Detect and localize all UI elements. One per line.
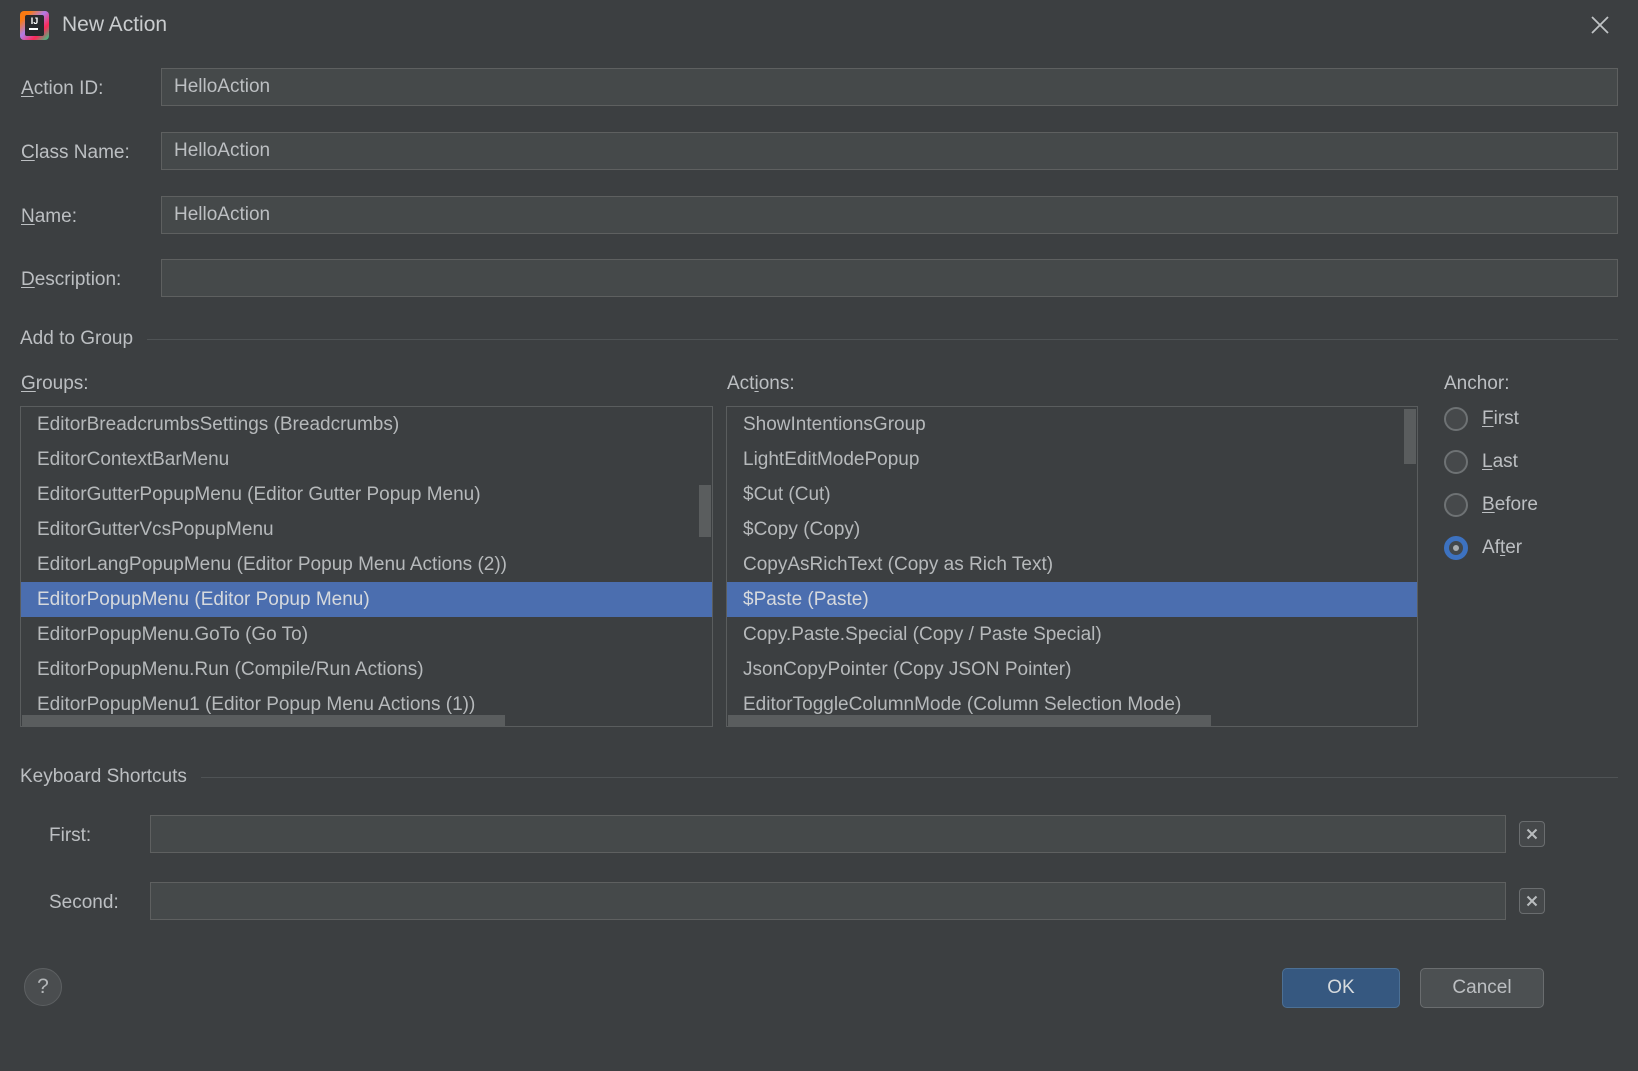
action-list-item-row[interactable]: $Cut (Cut)	[727, 477, 1417, 512]
group-list-item-row[interactable]: EditorBreadcrumbsSettings (Breadcrumbs)	[21, 407, 712, 442]
radio-mark	[1444, 407, 1468, 431]
actions-label: Actions:	[727, 373, 795, 394]
radio-mark	[1444, 493, 1468, 517]
actions-vertical-scrollbar[interactable]	[1404, 409, 1416, 464]
anchor-last-label: Last	[1482, 451, 1518, 472]
shortcut-first-label: First:	[49, 825, 92, 846]
shortcut-first-input[interactable]	[150, 815, 1506, 853]
group-list-item-row[interactable]: EditorPopupMenu (Editor Popup Menu)	[21, 582, 712, 617]
class-name-input[interactable]: HelloAction	[161, 132, 1618, 170]
cancel-button[interactable]: Cancel	[1420, 968, 1544, 1008]
shortcut-second-label: Second:	[49, 892, 119, 913]
separator-line	[200, 776, 1618, 778]
actions-list[interactable]: ShowIntentionsGroup LightEditModePopup $Cu…	[726, 406, 1418, 727]
keyboard-shortcuts-title: Keyboard Shortcuts	[20, 766, 187, 787]
anchor-first-label: First	[1482, 408, 1519, 429]
anchor-label: Anchor:	[1444, 373, 1510, 394]
separator-line	[147, 338, 1618, 340]
anchor-before-radio[interactable]: Before	[1444, 491, 1538, 519]
group-list-item-row[interactable]: EditorLangPopupMenu (Editor Popup Menu A…	[21, 547, 712, 582]
action-list-item-row[interactable]: $Copy (Copy)	[727, 512, 1417, 547]
close-icon[interactable]	[1584, 10, 1616, 40]
anchor-before-label: Before	[1482, 494, 1538, 515]
anchor-after-radio[interactable]: After	[1444, 534, 1522, 562]
add-to-group-separator: Add to Group	[20, 327, 1618, 351]
groups-horizontal-scrollbar[interactable]	[22, 715, 505, 726]
intellij-idea-icon: IJ	[20, 11, 49, 40]
help-button[interactable]: ?	[24, 968, 62, 1006]
action-list-item-row[interactable]: $Paste (Paste)	[727, 582, 1417, 617]
shortcut-first-clear-icon[interactable]	[1519, 821, 1545, 847]
description-label: Description:	[21, 269, 122, 290]
group-list-item-row[interactable]: EditorPopupMenu.GoTo (Go To)	[21, 617, 712, 652]
group-list-item-row[interactable]: EditorContextBarMenu	[21, 442, 712, 477]
action-list-item-row[interactable]: Copy.Paste.Special (Copy / Paste Special…	[727, 617, 1417, 652]
groups-list[interactable]: EditorBreadcrumbsSettings (Breadcrumbs) E…	[20, 406, 713, 727]
radio-mark-selected	[1444, 536, 1468, 560]
name-input[interactable]: HelloAction	[161, 196, 1618, 234]
groups-vertical-scrollbar[interactable]	[699, 485, 711, 537]
shortcut-second-clear-icon[interactable]	[1519, 888, 1545, 914]
action-id-label: Action ID:	[21, 78, 104, 99]
action-list-item-row[interactable]: LightEditModePopup	[727, 442, 1417, 477]
actions-horizontal-scrollbar[interactable]	[728, 715, 1211, 726]
shortcut-second-input[interactable]	[150, 882, 1506, 920]
action-list-item-row[interactable]: ShowIntentionsGroup	[727, 407, 1417, 442]
ok-button[interactable]: OK	[1282, 968, 1400, 1008]
title-bar: IJ New Action	[0, 0, 1638, 50]
radio-mark	[1444, 450, 1468, 474]
group-list-item-row[interactable]: EditorGutterVcsPopupMenu	[21, 512, 712, 547]
group-list-item-row[interactable]: EditorPopupMenu.Run (Compile/Run Actions…	[21, 652, 712, 687]
name-label: Name:	[21, 206, 77, 227]
anchor-first-radio[interactable]: First	[1444, 405, 1519, 433]
add-to-group-title: Add to Group	[20, 328, 134, 349]
anchor-last-radio[interactable]: Last	[1444, 448, 1518, 476]
groups-label: Groups:	[21, 373, 89, 394]
class-name-label: Class Name:	[21, 142, 130, 163]
anchor-after-label: After	[1482, 537, 1523, 558]
action-id-input[interactable]: HelloAction	[161, 68, 1618, 106]
action-list-item-row[interactable]: JsonCopyPointer (Copy JSON Pointer)	[727, 652, 1417, 687]
group-list-item-row[interactable]: EditorGutterPopupMenu (Editor Gutter Pop…	[21, 477, 712, 512]
dialog-title: New Action	[62, 13, 168, 36]
description-input[interactable]	[161, 259, 1618, 297]
keyboard-shortcuts-separator: Keyboard Shortcuts	[20, 765, 1618, 789]
new-action-dialog: IJ New Action Action ID: HelloAction Cla…	[0, 0, 1638, 1071]
action-list-item-row[interactable]: CopyAsRichText (Copy as Rich Text)	[727, 547, 1417, 582]
